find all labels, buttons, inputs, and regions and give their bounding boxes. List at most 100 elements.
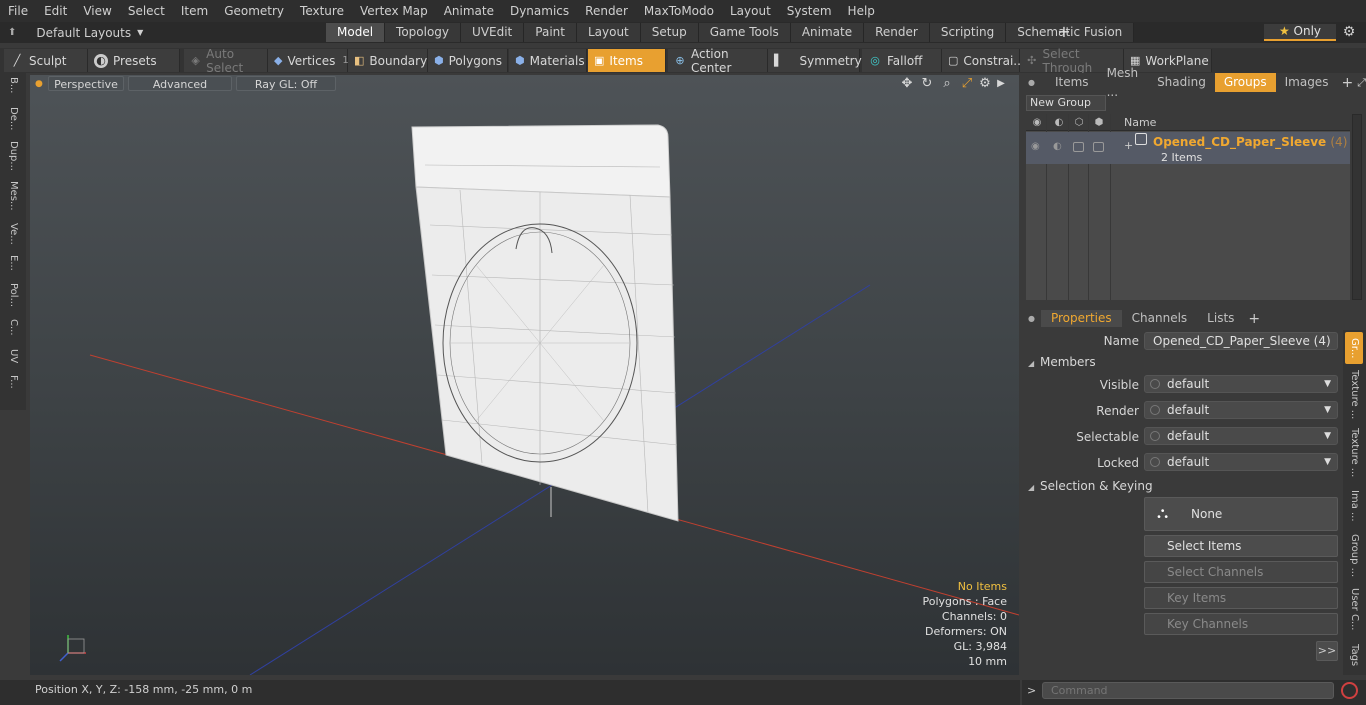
perspective-button[interactable]: Perspective xyxy=(48,76,124,91)
key-channels-button[interactable]: Key Channels xyxy=(1144,613,1338,635)
none-button[interactable]: ⛬ None xyxy=(1144,497,1338,531)
more-button[interactable]: >> xyxy=(1316,641,1338,661)
materials-button[interactable]: ⬢ Materials xyxy=(509,49,587,72)
locked-dropdown[interactable]: default ▼ xyxy=(1144,453,1338,471)
tab-paint[interactable]: Paint xyxy=(524,23,577,42)
row-eye-icon[interactable]: ◉ xyxy=(1031,141,1040,152)
add-tab-icon[interactable]: + xyxy=(1056,24,1072,41)
new-group-button[interactable]: New Group xyxy=(1026,95,1106,111)
menu-item[interactable]: Item xyxy=(173,0,216,22)
menu-select[interactable]: Select xyxy=(120,0,173,22)
layout-selector[interactable]: ⬆ Default Layouts ▼ xyxy=(8,24,143,41)
add-panel-tab-icon[interactable]: + xyxy=(1337,75,1357,91)
zoom-view-icon[interactable]: ⌕ xyxy=(939,76,955,92)
menu-vertex-map[interactable]: Vertex Map xyxy=(352,0,436,22)
ray-gl-button[interactable]: Ray GL: Off xyxy=(236,76,336,91)
row-render-icon[interactable]: ◐ xyxy=(1053,141,1062,152)
left-tab-curve[interactable]: C... xyxy=(4,319,22,336)
expand-panel-icon[interactable]: ⤢ xyxy=(1357,76,1366,90)
sculpt-button[interactable]: ╱ Sculpt xyxy=(4,49,88,72)
left-tab-basic[interactable]: B... xyxy=(4,77,22,93)
menu-edit[interactable]: Edit xyxy=(36,0,75,22)
tab-shading[interactable]: Shading xyxy=(1148,73,1215,92)
3d-viewport[interactable]: ● Perspective Advanced Ray GL: Off ✥ ↻ ⌕… xyxy=(30,75,1019,675)
polygons-button[interactable]: ⬢ Polygons xyxy=(428,49,508,72)
presets-button[interactable]: ◐ Presets xyxy=(88,49,180,72)
add-props-tab-icon[interactable]: + xyxy=(1244,311,1264,327)
tab-model[interactable]: Model xyxy=(326,23,386,42)
fit-view-icon[interactable]: ⤢ xyxy=(959,76,975,92)
menu-file[interactable]: File xyxy=(0,0,36,22)
menu-render[interactable]: Render xyxy=(577,0,636,22)
viewport-gear-icon[interactable]: ⚙ xyxy=(977,76,993,92)
vtab-texture-1[interactable]: Texture ... xyxy=(1345,370,1363,419)
left-tab-duplicate[interactable]: Dup... xyxy=(4,141,22,171)
selection-keying-section[interactable]: ◢ Selection & Keying xyxy=(1028,478,1340,494)
row-lock-box[interactable] xyxy=(1093,142,1104,152)
vertices-button[interactable]: ◆ Vertices 1 xyxy=(268,49,349,72)
boundary-button[interactable]: ◧ Boundary xyxy=(348,49,428,72)
key-items-button[interactable]: Key Items xyxy=(1144,587,1338,609)
left-tab-polygon[interactable]: Pol... xyxy=(4,283,22,307)
falloff-button[interactable]: ◎ Falloff xyxy=(862,49,942,72)
visible-dropdown[interactable]: default ▼ xyxy=(1144,375,1338,393)
selectable-dropdown[interactable]: default ▼ xyxy=(1144,427,1338,445)
left-tab-fusion[interactable]: F... xyxy=(4,375,22,389)
tab-uvedit[interactable]: UVEdit xyxy=(461,23,525,42)
tab-game-tools[interactable]: Game Tools xyxy=(698,23,791,42)
constraints-button[interactable]: ▢ Constrai... xyxy=(942,49,1025,72)
menu-geometry[interactable]: Geometry xyxy=(216,0,292,22)
menu-layout[interactable]: Layout xyxy=(722,0,779,22)
menu-maxtomodo[interactable]: MaxToModo xyxy=(636,0,722,22)
tab-images[interactable]: Images xyxy=(1276,73,1338,92)
menu-dynamics[interactable]: Dynamics xyxy=(502,0,577,22)
tab-render[interactable]: Render xyxy=(864,23,930,42)
selectable-icon[interactable]: ⬡ xyxy=(1072,116,1086,129)
menu-system[interactable]: System xyxy=(779,0,840,22)
row-select-box[interactable] xyxy=(1073,142,1084,152)
render-dropdown[interactable]: default ▼ xyxy=(1144,401,1338,419)
panel-menu-dot-icon[interactable]: ● xyxy=(1022,78,1041,87)
move-view-icon[interactable]: ✥ xyxy=(899,76,915,92)
expand-plus-icon[interactable]: + xyxy=(1124,139,1133,152)
symmetry-button[interactable]: ▌ Symmetry xyxy=(768,49,862,72)
menu-help[interactable]: Help xyxy=(840,0,883,22)
group-name[interactable]: Opened_CD_Paper_Sleeve (4) xyxy=(1153,135,1347,149)
vtab-tags[interactable]: Tags xyxy=(1345,644,1363,666)
vtab-texture-2[interactable]: Texture ... xyxy=(1345,428,1363,477)
lock-icon[interactable]: ⬢ xyxy=(1092,116,1106,129)
tab-channels[interactable]: Channels xyxy=(1122,310,1198,327)
only-button[interactable]: ★ Only xyxy=(1264,24,1336,41)
advanced-button[interactable]: Advanced xyxy=(128,76,232,91)
tab-properties[interactable]: Properties xyxy=(1040,310,1122,327)
members-section[interactable]: ◢ Members xyxy=(1028,354,1340,370)
items-button[interactable]: ▣ Items 5 xyxy=(588,49,674,72)
left-tab-deform[interactable]: De... xyxy=(4,107,22,130)
tab-groups[interactable]: Groups xyxy=(1214,73,1276,92)
vtab-group-2[interactable]: Group ... xyxy=(1345,534,1363,577)
action-center-button[interactable]: ⊕ Action Center xyxy=(668,47,768,75)
gear-icon[interactable]: ⚙ xyxy=(1341,25,1357,41)
auto-select-button[interactable]: ◈ Auto Select xyxy=(184,47,268,75)
select-items-button[interactable]: Select Items xyxy=(1144,535,1338,557)
menu-animate[interactable]: Animate xyxy=(436,0,502,22)
tab-scripting[interactable]: Scripting xyxy=(929,23,1007,42)
tab-setup[interactable]: Setup xyxy=(640,23,699,42)
select-channels-button[interactable]: Select Channels xyxy=(1144,561,1338,583)
command-input[interactable] xyxy=(1042,682,1334,699)
vtab-image[interactable]: Ima ... xyxy=(1345,490,1363,522)
rotate-view-icon[interactable]: ↻ xyxy=(919,76,935,92)
left-tab-uv[interactable]: UV xyxy=(4,349,22,363)
props-menu-dot-icon[interactable]: ● xyxy=(1022,314,1041,323)
record-macro-icon[interactable] xyxy=(1341,682,1358,699)
viewport-more-icon[interactable]: ▶ xyxy=(993,76,1009,92)
tab-lists[interactable]: Lists xyxy=(1197,310,1244,327)
name-field[interactable]: Opened_CD_Paper_Sleeve (4) xyxy=(1144,332,1338,350)
tab-topology[interactable]: Topology xyxy=(385,23,462,42)
left-tab-mesh[interactable]: Mes... xyxy=(4,181,22,211)
tab-animate[interactable]: Animate xyxy=(790,23,865,42)
left-tab-edge[interactable]: E... xyxy=(4,255,22,271)
tab-layout[interactable]: Layout xyxy=(576,23,641,42)
menu-texture[interactable]: Texture xyxy=(292,0,352,22)
tab-items[interactable]: Items xyxy=(1041,73,1098,92)
